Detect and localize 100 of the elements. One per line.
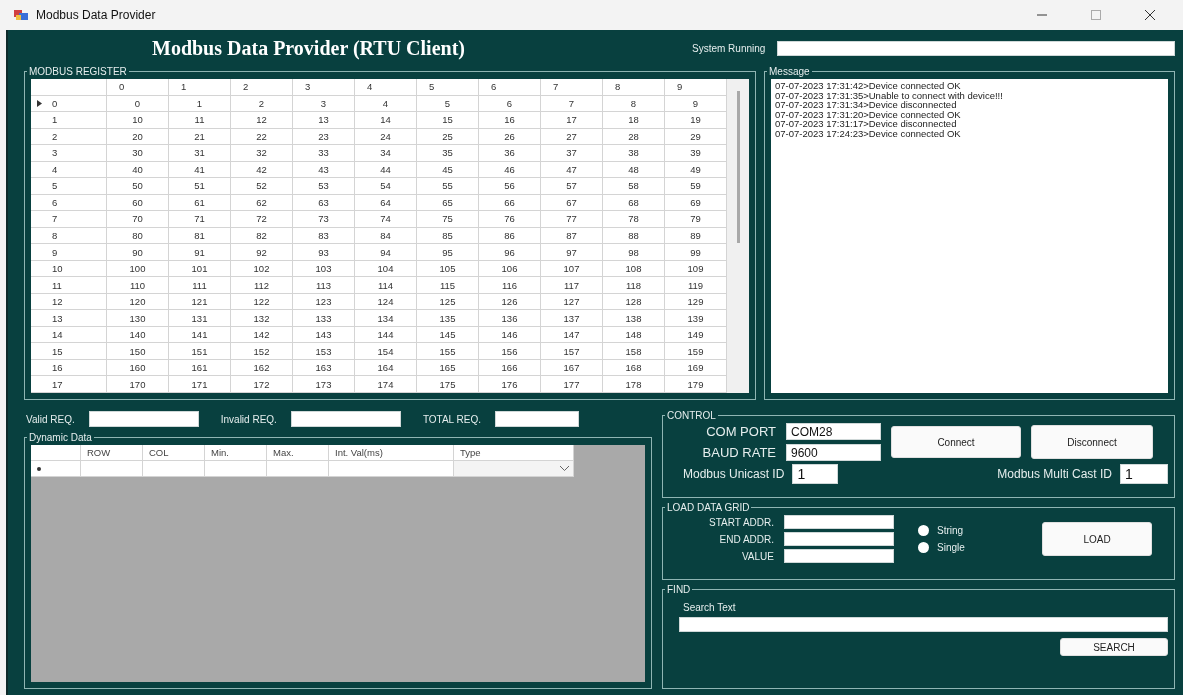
table-cell[interactable]: 6: [479, 95, 541, 113]
table-cell[interactable]: 106: [479, 260, 541, 278]
table-cell[interactable]: 27: [541, 128, 603, 146]
row-header-cell[interactable]: 5: [31, 178, 107, 195]
table-cell[interactable]: 86: [479, 227, 541, 245]
table-cell[interactable]: 94: [355, 244, 417, 261]
table-cell[interactable]: 168: [603, 359, 665, 377]
input-field[interactable]: COM28: [786, 423, 881, 440]
table-cell[interactable]: 57: [541, 178, 603, 195]
table-cell[interactable]: 30: [107, 145, 169, 162]
row-header-cell[interactable]: 7: [31, 211, 107, 228]
row-header-cell[interactable]: 13: [31, 310, 107, 327]
table-cell[interactable]: 121: [169, 293, 231, 311]
column-header[interactable]: 2: [231, 79, 293, 96]
table-cell[interactable]: 101: [169, 260, 231, 278]
row-header-cell[interactable]: 6: [31, 194, 107, 212]
input-field[interactable]: [679, 617, 1168, 632]
column-header[interactable]: Min.: [205, 445, 267, 461]
table-cell[interactable]: 24: [355, 128, 417, 146]
table-cell[interactable]: 136: [479, 310, 541, 327]
table-cell[interactable]: 38: [603, 145, 665, 162]
table-cell[interactable]: [205, 461, 267, 477]
table-cell[interactable]: 154: [355, 343, 417, 360]
table-cell[interactable]: 36: [479, 145, 541, 162]
table-cell[interactable]: 62: [231, 194, 293, 212]
table-cell[interactable]: 3: [293, 95, 355, 113]
input-field[interactable]: [290, 411, 401, 427]
table-cell[interactable]: 33: [293, 145, 355, 162]
table-cell[interactable]: 150: [107, 343, 169, 360]
table-cell[interactable]: 156: [479, 343, 541, 360]
table-cell[interactable]: 34: [355, 145, 417, 162]
table-cell[interactable]: 48: [603, 161, 665, 179]
table-cell[interactable]: 153: [293, 343, 355, 360]
table-cell[interactable]: 107: [541, 260, 603, 278]
table-cell[interactable]: 172: [231, 376, 293, 393]
table-cell[interactable]: 96: [479, 244, 541, 261]
table-cell[interactable]: 143: [293, 326, 355, 344]
table-cell[interactable]: 20: [107, 128, 169, 146]
table-cell[interactable]: 148: [603, 326, 665, 344]
table-cell[interactable]: 167: [541, 359, 603, 377]
table-cell[interactable]: 65: [417, 194, 479, 212]
table-cell[interactable]: 88: [603, 227, 665, 245]
table-cell[interactable]: 91: [169, 244, 231, 261]
table-cell[interactable]: 1: [169, 95, 231, 113]
column-header[interactable]: 0: [107, 79, 169, 96]
row-header-cell[interactable]: 17: [31, 376, 107, 393]
table-cell[interactable]: 95: [417, 244, 479, 261]
table-cell[interactable]: 83: [293, 227, 355, 245]
table-cell[interactable]: 120: [107, 293, 169, 311]
input-field[interactable]: [784, 515, 894, 529]
table-cell[interactable]: 35: [417, 145, 479, 162]
row-header-cell[interactable]: 2: [31, 128, 107, 146]
table-cell[interactable]: 123: [293, 293, 355, 311]
input-field[interactable]: [88, 411, 199, 427]
table-cell[interactable]: 157: [541, 343, 603, 360]
input-field[interactable]: 1: [792, 464, 839, 484]
table-cell[interactable]: 127: [541, 293, 603, 311]
column-header[interactable]: Int. Val(ms): [329, 445, 454, 461]
table-cell[interactable]: 28: [603, 128, 665, 146]
table-cell[interactable]: 142: [231, 326, 293, 344]
table-cell[interactable]: 112: [231, 277, 293, 294]
table-cell[interactable]: 145: [417, 326, 479, 344]
table-cell[interactable]: 113: [293, 277, 355, 294]
table-cell[interactable]: 90: [107, 244, 169, 261]
table-cell[interactable]: 103: [293, 260, 355, 278]
table-cell[interactable]: 25: [417, 128, 479, 146]
table-cell[interactable]: 122: [231, 293, 293, 311]
column-header[interactable]: Max.: [267, 445, 329, 461]
table-cell[interactable]: 7: [541, 95, 603, 113]
column-header[interactable]: 7: [541, 79, 603, 96]
table-cell[interactable]: 11: [169, 112, 231, 129]
table-cell[interactable]: 131: [169, 310, 231, 327]
table-cell[interactable]: 160: [107, 359, 169, 377]
table-cell[interactable]: 87: [541, 227, 603, 245]
table-cell[interactable]: 60: [107, 194, 169, 212]
row-header-cell[interactable]: 4: [31, 161, 107, 179]
row-header-cell[interactable]: 0: [31, 95, 107, 113]
table-cell[interactable]: 78: [603, 211, 665, 228]
table-cell[interactable]: 76: [479, 211, 541, 228]
table-cell[interactable]: 55: [417, 178, 479, 195]
table-cell[interactable]: 164: [355, 359, 417, 377]
row-header-cell[interactable]: 14: [31, 326, 107, 344]
table-cell[interactable]: 45: [417, 161, 479, 179]
search-button[interactable]: SEARCH: [1060, 638, 1168, 656]
table-cell[interactable]: 71: [169, 211, 231, 228]
table-cell[interactable]: 166: [479, 359, 541, 377]
input-field[interactable]: [777, 40, 1175, 56]
table-cell[interactable]: 72: [231, 211, 293, 228]
table-cell[interactable]: 40: [107, 161, 169, 179]
table-cell[interactable]: 163: [293, 359, 355, 377]
table-cell[interactable]: 12: [231, 112, 293, 129]
table-cell[interactable]: 98: [603, 244, 665, 261]
table-cell[interactable]: 158: [603, 343, 665, 360]
table-cell[interactable]: 43: [293, 161, 355, 179]
table-cell[interactable]: 171: [169, 376, 231, 393]
table-cell[interactable]: [329, 461, 454, 477]
table-cell[interactable]: 18: [603, 112, 665, 129]
table-cell[interactable]: 0: [107, 95, 169, 113]
column-header[interactable]: 6: [479, 79, 541, 96]
table-cell[interactable]: 118: [603, 277, 665, 294]
